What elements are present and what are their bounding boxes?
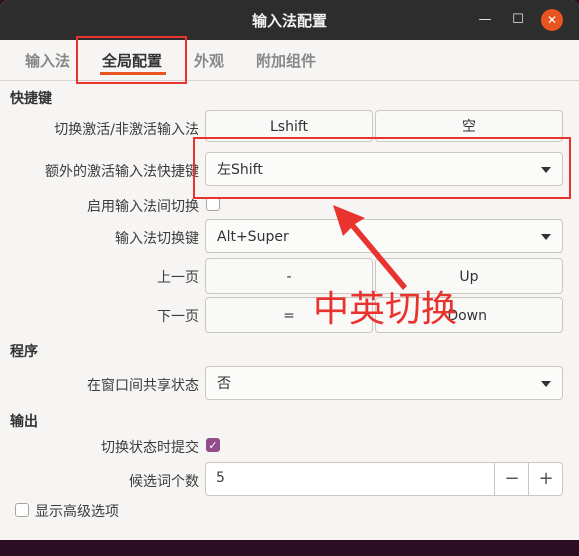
next-page-label: 下一页	[157, 309, 199, 325]
section-program: 程序	[10, 344, 38, 360]
commit-on-switch-checkbox[interactable]: ✓	[206, 438, 220, 452]
annotation-rect-hotkey	[193, 137, 571, 199]
titlebar: 输入法配置 — ☐ ✕	[0, 0, 579, 40]
annotation-rect-tab	[76, 36, 187, 84]
minimize-icon[interactable]: —	[474, 9, 496, 31]
candidates-spinbutton[interactable]: 5 − +	[205, 462, 563, 496]
section-output: 输出	[10, 414, 38, 430]
tab-input-method[interactable]: 输入法	[25, 50, 70, 71]
maximize-icon[interactable]: ☐	[507, 9, 529, 31]
share-state-value: 否	[217, 376, 231, 392]
decrement-button[interactable]: −	[494, 463, 529, 495]
close-icon[interactable]: ✕	[541, 9, 563, 31]
show-advanced-checkbox[interactable]	[15, 503, 29, 517]
enable-switch-label: 启用输入法间切换	[87, 199, 199, 215]
candidates-label: 候选词个数	[129, 474, 199, 490]
prev-page-label: 上一页	[157, 270, 199, 286]
switch-key-label: 输入法切换键	[115, 231, 199, 247]
switch-key-value: Alt+Super	[217, 229, 289, 245]
candidates-value[interactable]: 5	[216, 470, 225, 486]
share-state-select[interactable]: 否	[205, 366, 563, 400]
tab-addons[interactable]: 附加组件	[256, 50, 316, 71]
section-hotkeys: 快捷键	[10, 91, 52, 107]
chevron-down-icon	[541, 234, 551, 240]
commit-on-switch-label: 切换状态时提交	[101, 440, 199, 456]
annotation-text: 中英切换	[313, 289, 458, 330]
increment-button[interactable]: +	[528, 463, 563, 495]
show-advanced-label: 显示高级选项	[35, 504, 119, 520]
enable-switch-checkbox[interactable]	[206, 197, 220, 211]
tab-appearance[interactable]: 外观	[194, 50, 224, 71]
extra-hotkey-label: 额外的激活输入法快捷键	[45, 164, 199, 180]
settings-window: 输入法配置 — ☐ ✕ 输入法 全局配置 外观 附加组件 快捷键 切换激活/非激…	[0, 0, 579, 540]
chevron-down-icon	[541, 381, 551, 387]
toggle-hotkey-label: 切换激活/非激活输入法	[54, 122, 199, 138]
share-state-label: 在窗口间共享状态	[87, 378, 199, 394]
